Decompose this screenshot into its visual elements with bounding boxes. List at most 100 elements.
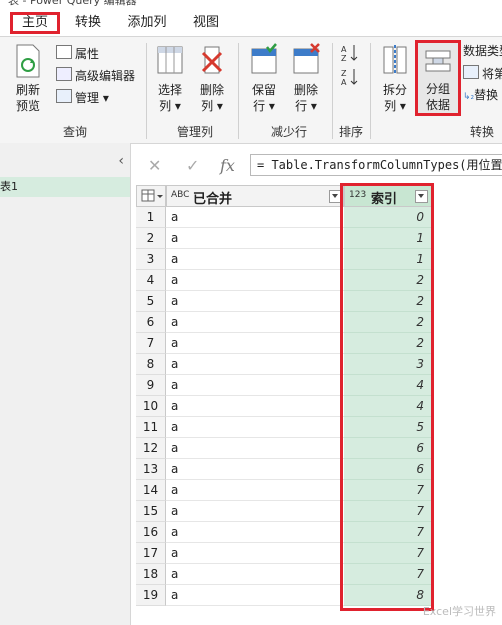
cell-merged[interactable]: a [166,564,344,585]
tab-add-column[interactable]: 添加列 [124,12,170,34]
table-row[interactable]: 4a2 [136,270,502,291]
table-row[interactable]: 10 a 4 [136,396,502,417]
table-row[interactable]: 11 a 5 [136,417,502,438]
cell-merged[interactable]: a [166,522,344,543]
remove-rows-button[interactable]: 删除 行 ▾ [288,43,324,114]
table-row[interactable]: 5a2 [136,291,502,312]
column-header-index[interactable]: 123 索引 [344,185,432,207]
table-row[interactable]: 1a0 [136,207,502,228]
table-row[interactable]: 14 a 7 [136,480,502,501]
row-number[interactable]: 3 [136,249,166,270]
advanced-editor-button[interactable]: 高级编辑器 [56,67,135,84]
row-number[interactable]: 11 [136,417,166,438]
row-number[interactable]: 13 [136,459,166,480]
table-row[interactable]: 18 a 7 [136,564,502,585]
query-item[interactable]: 表1 [0,177,130,197]
column-filter-icon[interactable] [415,190,428,203]
row-number[interactable]: 19 [136,585,166,606]
cell-merged[interactable]: a [166,207,344,228]
cancel-icon[interactable]: ✕ [148,156,161,175]
tab-home[interactable]: 主页 [10,12,60,34]
row-number[interactable]: 6 [136,312,166,333]
cell-index[interactable]: 7 [344,480,432,501]
cell-index[interactable]: 7 [344,522,432,543]
row-number[interactable]: 8 [136,354,166,375]
row-number[interactable]: 4 [136,270,166,291]
column-header-merged[interactable]: ABC 已合并 [166,185,344,207]
cell-merged[interactable]: a [166,501,344,522]
cell-merged[interactable]: a [166,480,344,501]
cell-merged[interactable]: a [166,249,344,270]
table-row[interactable]: 9a4 [136,375,502,396]
row-number[interactable]: 17 [136,543,166,564]
sort-descending-button[interactable]: Z A [340,67,360,90]
cell-index[interactable]: 3 [344,354,432,375]
cell-merged[interactable]: a [166,333,344,354]
row-number[interactable]: 15 [136,501,166,522]
cell-index[interactable]: 2 [344,291,432,312]
row-number[interactable]: 9 [136,375,166,396]
sort-ascending-button[interactable]: A Z [340,43,360,66]
cell-merged[interactable]: a [166,375,344,396]
confirm-icon[interactable]: ✓ [186,156,199,175]
row-number[interactable]: 7 [136,333,166,354]
cell-index[interactable]: 7 [344,501,432,522]
table-row[interactable]: 2a1 [136,228,502,249]
cell-index[interactable]: 8 [344,585,432,606]
use-first-row-button[interactable]: 将第 [463,65,502,82]
row-number[interactable]: 1 [136,207,166,228]
cell-merged[interactable]: a [166,354,344,375]
cell-merged[interactable]: a [166,543,344,564]
split-column-button[interactable]: 拆分 列 ▾ [378,43,412,114]
collapse-pane-icon[interactable]: ‹ [118,153,124,169]
table-row[interactable]: 7a2 [136,333,502,354]
table-row[interactable]: 6a2 [136,312,502,333]
row-number[interactable]: 2 [136,228,166,249]
number-type-icon[interactable]: 123 [349,190,366,200]
row-number[interactable]: 10 [136,396,166,417]
cell-merged[interactable]: a [166,270,344,291]
cell-index[interactable]: 6 [344,438,432,459]
properties-button[interactable]: 属性 [56,45,99,62]
replace-values-button[interactable]: ↳₂替换 [463,87,498,105]
cell-index[interactable]: 2 [344,333,432,354]
cell-merged[interactable]: a [166,585,344,606]
fx-icon[interactable]: fx [220,156,235,175]
table-menu-button[interactable] [136,185,166,207]
table-row[interactable]: 12 a 6 [136,438,502,459]
row-number[interactable]: 18 [136,564,166,585]
tab-view[interactable]: 视图 [186,12,226,34]
cell-merged[interactable]: a [166,417,344,438]
cell-merged[interactable]: a [166,291,344,312]
cell-index[interactable]: 5 [344,417,432,438]
table-row[interactable]: 13 a 6 [136,459,502,480]
table-row[interactable]: 16 a 7 [136,522,502,543]
cell-index[interactable]: 7 [344,564,432,585]
cell-index[interactable]: 4 [344,396,432,417]
table-row[interactable]: 8a3 [136,354,502,375]
cell-merged[interactable]: a [166,228,344,249]
cell-index[interactable]: 7 [344,543,432,564]
formula-input[interactable]: = Table.TransformColumnTypes(用位置分列 [250,154,502,176]
cell-index[interactable]: 0 [344,207,432,228]
table-row[interactable]: 17 a 7 [136,543,502,564]
table-row[interactable]: 15 a 7 [136,501,502,522]
row-number[interactable]: 12 [136,438,166,459]
cell-merged[interactable]: a [166,438,344,459]
cell-index[interactable]: 2 [344,312,432,333]
cell-index[interactable]: 1 [344,228,432,249]
cell-index[interactable]: 6 [344,459,432,480]
manage-button[interactable]: 管理 ▾ [56,89,109,106]
column-filter-icon[interactable] [329,190,342,203]
row-number[interactable]: 14 [136,480,166,501]
cell-index[interactable]: 4 [344,375,432,396]
keep-rows-button[interactable]: 保留 行 ▾ [246,43,282,114]
cell-index[interactable]: 1 [344,249,432,270]
text-type-icon[interactable]: ABC [171,190,189,200]
tab-transform[interactable]: 转换 [68,12,108,34]
cell-index[interactable]: 2 [344,270,432,291]
cell-merged[interactable]: a [166,312,344,333]
data-type-button[interactable]: 数据类型 [463,43,502,59]
group-by-button[interactable]: 分组 依据 [415,40,461,116]
table-row[interactable]: 3a1 [136,249,502,270]
